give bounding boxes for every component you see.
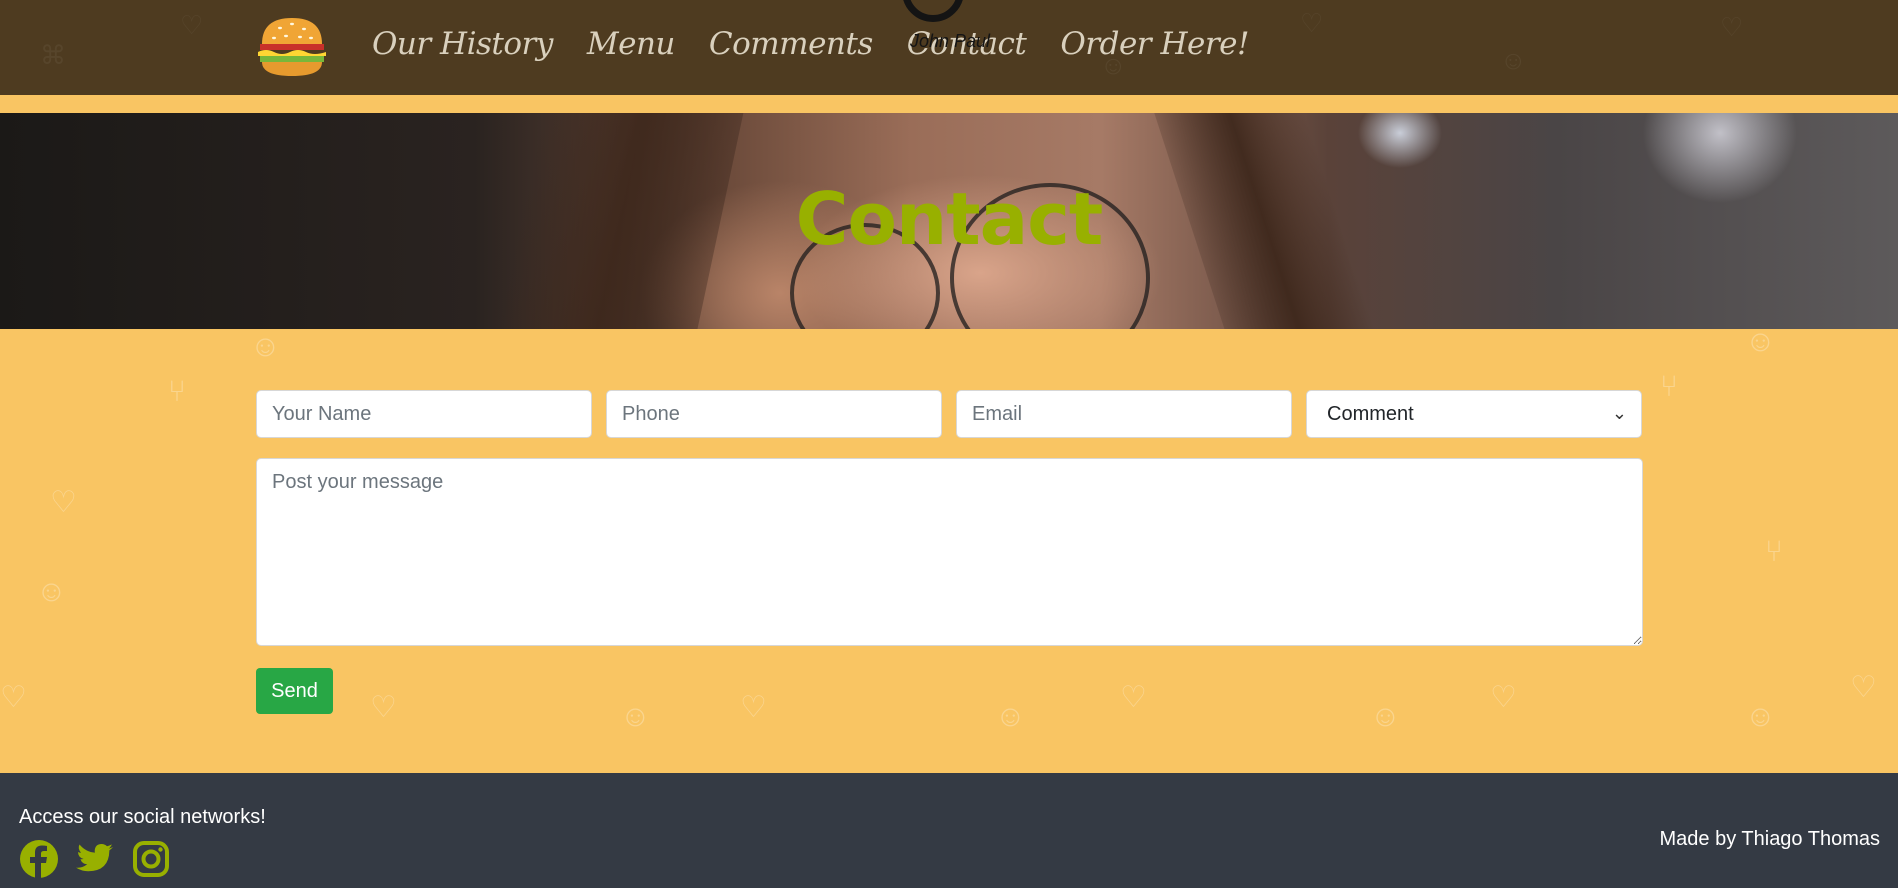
pattern-icon: ☺ xyxy=(1745,700,1776,733)
avatar xyxy=(902,0,964,22)
burger-icon[interactable] xyxy=(256,14,328,80)
pattern-icon: ♡ xyxy=(180,10,204,40)
page-title: Contact xyxy=(795,177,1104,261)
form-row: Comment ⌄ xyxy=(256,390,1643,438)
social-networks-label: Access our social networks! xyxy=(19,806,266,828)
pattern-icon: ⑂ xyxy=(168,375,186,408)
pattern-icon: ☺ xyxy=(250,330,281,363)
pattern-icon: ☺ xyxy=(1500,45,1527,75)
select-value: Comment xyxy=(1327,403,1414,425)
nav-link-our-history[interactable]: Our History xyxy=(372,26,553,62)
nav-link-comments[interactable]: Comments xyxy=(709,26,873,62)
pattern-icon: ♡ xyxy=(0,681,27,714)
pattern-icon: ♡ xyxy=(1850,671,1877,704)
pattern-icon: ⌘ xyxy=(40,40,66,70)
pattern-icon: ☺ xyxy=(36,575,67,608)
pattern-icon: ☺ xyxy=(1745,325,1776,358)
pattern-icon: ♡ xyxy=(1720,12,1744,42)
nav-link-order-here[interactable]: Order Here! xyxy=(1060,26,1249,62)
phone-input[interactable] xyxy=(606,390,942,438)
send-button[interactable]: Send xyxy=(256,668,333,714)
hero-banner: Contact xyxy=(0,113,1898,329)
pattern-icon: ♡ xyxy=(50,486,77,519)
avatar-name: John Paul xyxy=(910,31,991,51)
facebook-icon[interactable] xyxy=(19,839,59,879)
contact-form: Comment ⌄ Send xyxy=(256,390,1643,714)
nav-link-menu[interactable]: Menu xyxy=(587,26,676,62)
pattern-icon: ♡ xyxy=(1300,8,1324,38)
pattern-icon: ⑂ xyxy=(1660,370,1678,403)
name-input[interactable] xyxy=(256,390,592,438)
credit-text: Made by Thiago Thomas xyxy=(1659,828,1881,850)
email-input[interactable] xyxy=(956,390,1292,438)
chevron-down-icon: ⌄ xyxy=(1611,403,1627,423)
instagram-icon[interactable] xyxy=(131,839,171,879)
nav-links: Our History Menu Comments Contact Order … xyxy=(372,26,1249,62)
twitter-icon[interactable] xyxy=(75,839,115,879)
message-textarea[interactable] xyxy=(256,458,1643,646)
footer: Access our social networks! Made by Thia… xyxy=(0,773,1898,888)
navbar: ⌘ ♡ ☺ ♡ ☺ ♡ Our History Menu Comments Co… xyxy=(0,0,1898,95)
pattern-icon: ⑂ xyxy=(1765,535,1783,568)
social-links xyxy=(19,839,171,879)
message-type-select[interactable]: Comment ⌄ xyxy=(1306,390,1642,438)
